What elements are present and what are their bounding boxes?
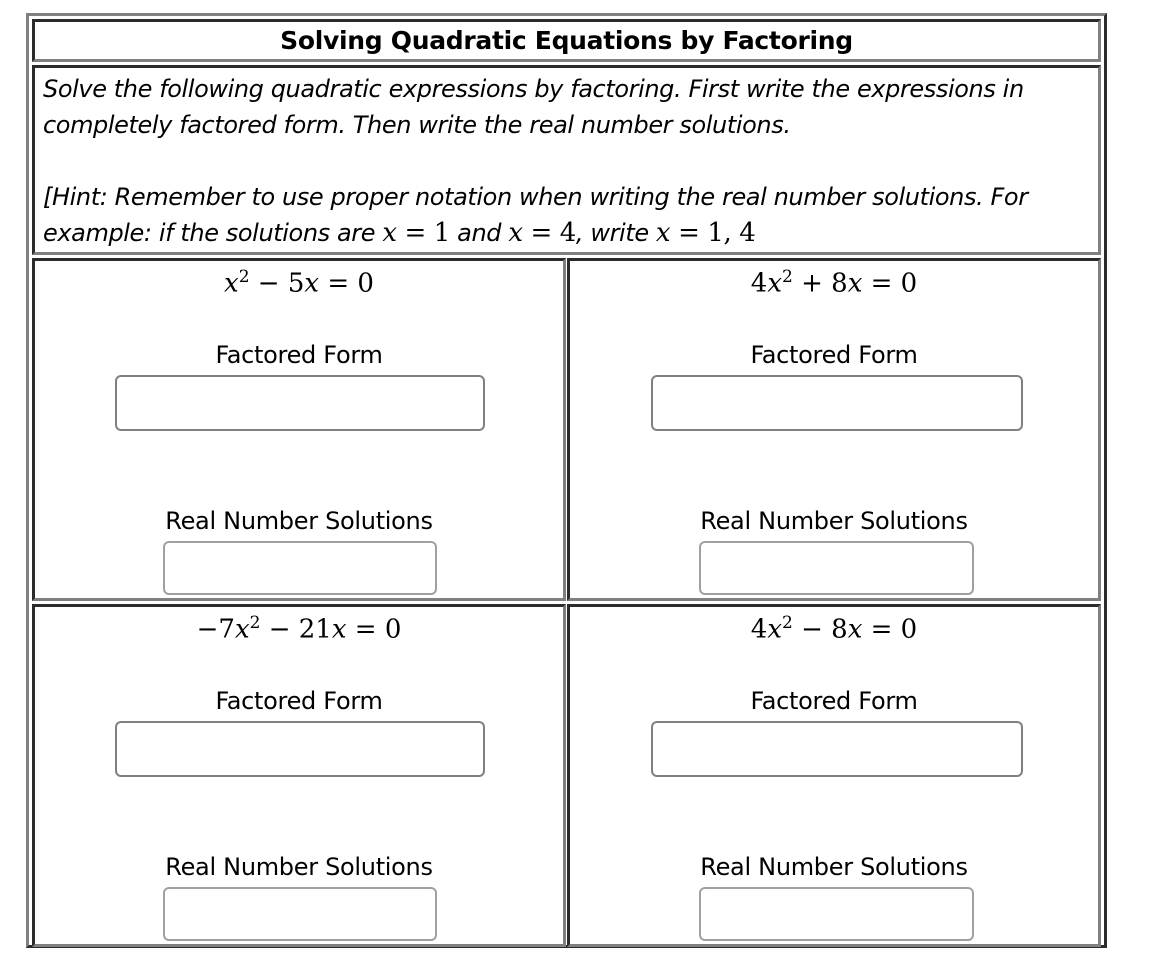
problem-cell-2: 4x2 + 8x = 0 Factored Form Real Number S… xyxy=(567,258,1101,601)
solutions-label-1: Real Number Solutions xyxy=(165,507,433,535)
problem-cell-1: x2 − 5x = 0 Factored Form Real Number So… xyxy=(32,258,566,601)
solutions-label-4: Real Number Solutions xyxy=(700,853,968,881)
solutions-label-2: Real Number Solutions xyxy=(700,507,968,535)
factored-form-label-4: Factored Form xyxy=(750,687,918,715)
solutions-input-3[interactable] xyxy=(163,887,437,941)
title-cell: Solving Quadratic Equations by Factoring xyxy=(32,19,1101,62)
factored-form-label-2: Factored Form xyxy=(750,341,918,369)
solutions-input-2[interactable] xyxy=(699,541,974,595)
solutions-label-3: Real Number Solutions xyxy=(165,853,433,881)
instructions-line-2: completely factored form. Then write the… xyxy=(43,111,791,139)
equation-2: 4x2 + 8x = 0 xyxy=(750,267,918,299)
instructions-line-1: Solve the following quadratic expression… xyxy=(43,75,1024,103)
solutions-input-4[interactable] xyxy=(699,887,974,941)
factored-form-input-1[interactable] xyxy=(115,375,485,431)
hint-and: and xyxy=(449,219,509,247)
equation-4: 4x2 − 8x = 0 xyxy=(750,613,918,645)
hint-prefix: example: if the solutions are xyxy=(43,219,383,247)
factored-form-input-3[interactable] xyxy=(115,721,485,777)
factored-form-input-4[interactable] xyxy=(651,721,1023,777)
worksheet-table: Solving Quadratic Equations by Factoring… xyxy=(26,13,1107,948)
instructions-cell: Solve the following quadratic expression… xyxy=(32,65,1101,255)
hint-line-1: [Hint: Remember to use proper notation w… xyxy=(43,183,1028,211)
factored-form-input-2[interactable] xyxy=(651,375,1023,431)
worksheet-title: Solving Quadratic Equations by Factoring xyxy=(280,26,853,55)
problem-cell-4: 4x2 − 8x = 0 Factored Form Real Number S… xyxy=(567,604,1101,947)
instructions-spacer xyxy=(43,143,1090,179)
equation-1: x2 − 5x = 0 xyxy=(224,267,374,299)
equation-3: −7x2 − 21x = 0 xyxy=(196,613,402,645)
hint-line-2: example: if the solutions are x = 1 and … xyxy=(43,215,1090,251)
hint-math-2: x = 4 xyxy=(508,218,576,248)
hint-math-3: x = 1, 4 xyxy=(655,218,756,248)
factored-form-label-3: Factored Form xyxy=(215,687,383,715)
problem-cell-3: −7x2 − 21x = 0 Factored Form Real Number… xyxy=(32,604,566,947)
factored-form-label-1: Factored Form xyxy=(215,341,383,369)
solutions-input-1[interactable] xyxy=(163,541,437,595)
hint-math-1: x = 1 xyxy=(382,218,450,248)
hint-write: , write xyxy=(575,219,656,247)
